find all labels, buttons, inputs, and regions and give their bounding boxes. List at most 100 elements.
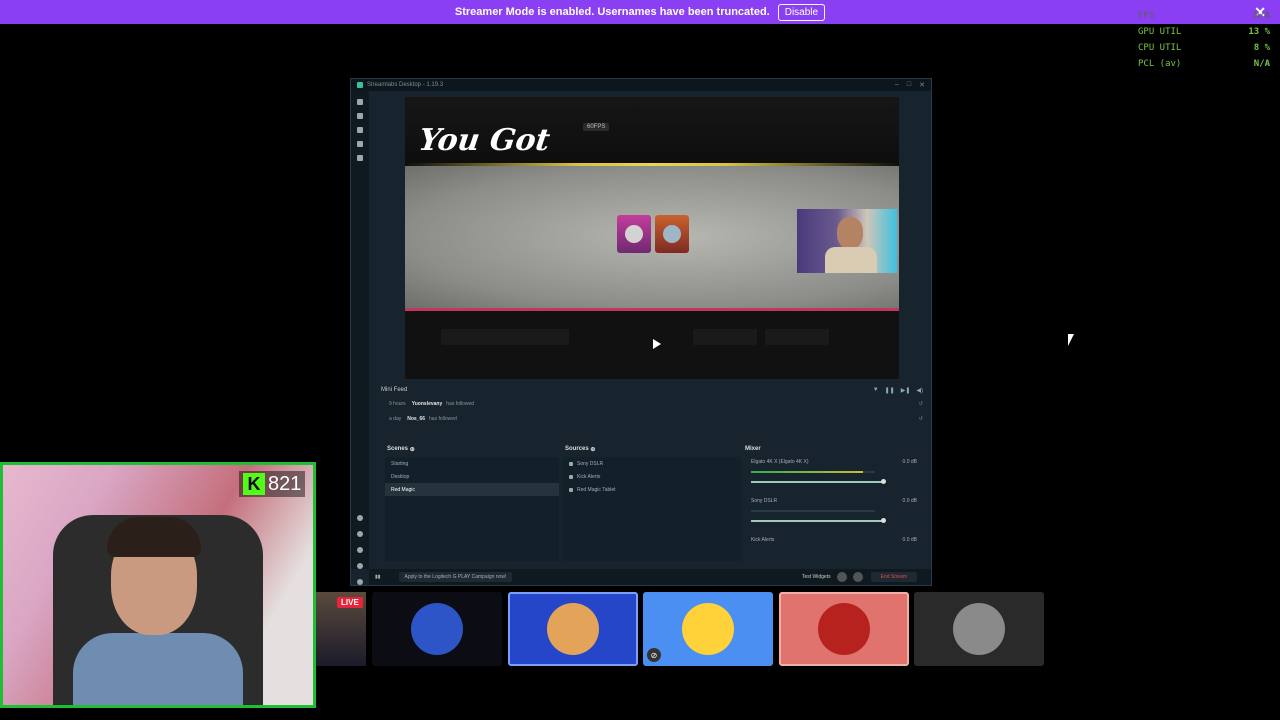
preview-webcam: [797, 209, 897, 273]
volume-slider[interactable]: [751, 520, 885, 522]
coin-icon: [625, 225, 643, 243]
repeat-icon[interactable]: ↺: [919, 416, 923, 422]
filter-icon[interactable]: ▼: [873, 387, 879, 394]
sources-header: Sources ⊕: [565, 446, 596, 453]
left-nav: [351, 91, 369, 585]
streamlabs-logo-icon: [357, 82, 363, 88]
maximize-icon[interactable]: □: [907, 81, 911, 89]
stat-row: PCL (av) N/A: [1138, 59, 1270, 69]
coin-icon: [663, 225, 681, 243]
window-titlebar[interactable]: Streamlabs Desktop - 1.19.3 – □ ✕: [351, 79, 931, 91]
level-meter: [751, 510, 875, 512]
end-stream-button[interactable]: End Stream: [870, 572, 917, 582]
mouse-cursor-icon: [1068, 334, 1074, 346]
campaign-promo[interactable]: Apply to the Logitech G PLAY Campaign no…: [398, 572, 513, 582]
mixer-channel: Sony DSLR 0.0 dB: [749, 496, 919, 535]
streamlabs-window: Streamlabs Desktop - 1.19.3 – □ ✕ You Go…: [350, 78, 932, 586]
disable-streamer-mode-button[interactable]: Disable: [777, 3, 826, 21]
source-item[interactable]: Red Magic Tablet: [563, 483, 741, 496]
source-type-icon: [569, 487, 573, 492]
volume-icon[interactable]: ◀): [916, 387, 923, 394]
avatar: [818, 603, 870, 655]
avatar: [682, 603, 734, 655]
avatar: [411, 603, 463, 655]
dashboard-icon[interactable]: [357, 141, 363, 147]
viewer-count: 821: [268, 472, 302, 495]
live-badge: LIVE: [337, 597, 363, 608]
store-icon[interactable]: [357, 127, 363, 133]
help-icon[interactable]: [357, 515, 363, 521]
reward-card: [655, 215, 689, 253]
performance-overlay: FPS N/A GPU UTIL 13 % CPU UTIL 8 % PCL (av)…: [1138, 8, 1270, 72]
avatar: [547, 603, 599, 655]
source-item[interactable]: Kick Alerts: [563, 470, 741, 483]
mixer-channel: Elgato 4K X (Elgato 4K X) 0.0 dB: [749, 457, 919, 496]
volume-knob[interactable]: [881, 479, 886, 484]
mic-muted-icon: ⊘: [647, 648, 661, 662]
streamer-mode-banner: Streamer Mode is enabled. Usernames have…: [0, 0, 1280, 24]
stat-row: GPU UTIL 13 %: [1138, 27, 1270, 37]
status-bar: ▮▮ Apply to the Logitech G PLAY Campaign…: [369, 569, 931, 585]
volume-knob[interactable]: [881, 518, 886, 523]
replay-icon[interactable]: [852, 572, 863, 582]
mini-feed-title: Mini Feed: [381, 387, 408, 393]
mixer-header: Mixer: [745, 446, 761, 452]
settings-icon[interactable]: [357, 155, 363, 161]
play-icon[interactable]: [653, 339, 661, 349]
reward-card: [617, 215, 651, 253]
repeat-icon[interactable]: ↺: [919, 401, 923, 407]
participant-tile[interactable]: [914, 592, 1044, 666]
add-scene-icon[interactable]: ⊕: [410, 446, 415, 453]
scene-item[interactable]: Desktop: [385, 470, 559, 483]
level-meter: [751, 471, 875, 473]
scenes-header: Scenes ⊕: [387, 446, 415, 453]
pause-icon[interactable]: ❚❚: [885, 387, 895, 394]
gear-icon[interactable]: [357, 563, 363, 569]
mini-feed: Mini Feed ▼ ❚❚ ▶❚ ◀) 9 hours Yuonslevany…: [381, 384, 923, 426]
participant-tile[interactable]: [779, 592, 909, 666]
stats-icon[interactable]: ▮▮: [375, 574, 381, 580]
participant-tile[interactable]: ⊘: [643, 592, 773, 666]
profile-icon[interactable]: [357, 579, 363, 585]
stat-row: CPU UTIL 8 %: [1138, 43, 1270, 53]
platform-icon[interactable]: [357, 547, 363, 553]
preview-ghost-button: [441, 329, 569, 345]
test-widgets-label[interactable]: Test Widgets: [802, 574, 831, 580]
stream-preview[interactable]: You Got 60FPS: [405, 97, 899, 379]
streamer-shirt: [73, 633, 243, 705]
source-type-icon: [569, 474, 573, 479]
volume-slider[interactable]: [751, 481, 885, 483]
minimize-icon[interactable]: –: [895, 81, 899, 89]
stat-row: FPS N/A: [1138, 11, 1270, 21]
add-source-icon[interactable]: ⊕: [590, 446, 595, 453]
webcam-person-body: [825, 247, 877, 273]
skip-icon[interactable]: ▶❚: [901, 387, 911, 394]
avatar: [953, 603, 1005, 655]
editor-icon[interactable]: [357, 99, 363, 105]
streamer-hair: [107, 517, 201, 557]
kick-logo-icon: K: [243, 473, 265, 495]
scene-item[interactable]: Starting: [385, 457, 559, 470]
facecam: K 821: [0, 462, 316, 708]
source-type-icon: [569, 461, 573, 466]
screen: Streamer Mode is enabled. Usernames have…: [0, 0, 1280, 720]
source-item[interactable]: Sony DSLR: [563, 457, 741, 470]
window-title: Streamlabs Desktop - 1.19.3: [367, 82, 444, 88]
record-icon[interactable]: [836, 572, 847, 582]
feed-item: 9 hours Yuonslevany has followed ↺: [389, 400, 923, 407]
themes-icon[interactable]: [357, 113, 363, 119]
preview-ghost-button: [693, 329, 757, 345]
participant-tile[interactable]: [508, 592, 638, 666]
webcam-person: [837, 217, 863, 249]
kick-viewer-badge: K 821: [239, 471, 306, 497]
banner-message: Streamer Mode is enabled. Usernames have…: [454, 6, 770, 18]
audio-mixer: Elgato 4K X (Elgato 4K X) 0.0 dB Sony DS…: [749, 457, 919, 561]
participant-tile[interactable]: [372, 592, 502, 666]
scene-item[interactable]: Red Magic: [385, 483, 559, 496]
close-window-icon[interactable]: ✕: [919, 81, 925, 89]
preview-headline: You Got: [416, 123, 553, 158]
preview-footer: [405, 311, 899, 379]
level-fill: [751, 471, 863, 473]
platform-icon[interactable]: [357, 531, 363, 537]
scenes-list: Starting Desktop Red Magic: [385, 457, 559, 561]
